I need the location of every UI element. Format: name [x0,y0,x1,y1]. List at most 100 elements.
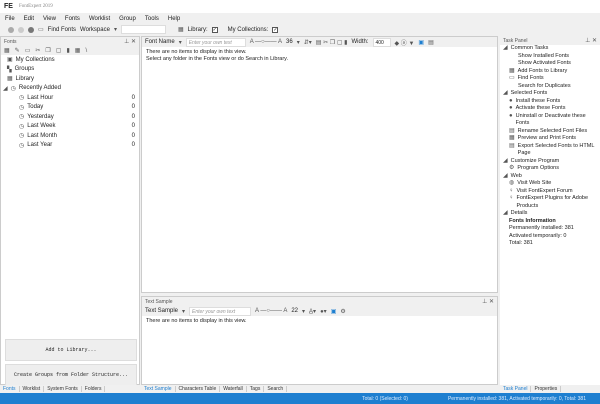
tab-folders[interactable]: Folders [82,386,106,392]
chevron-down-icon: ▾ [113,27,117,33]
menu-worklist[interactable]: Worklist [89,16,110,22]
task-item[interactable]: ▦ Preview and Print Fonts [500,135,600,143]
task-item[interactable]: Search for Duplicates [500,83,600,91]
task-item[interactable]: ▦ Add Fonts to Library [500,68,600,76]
window-title: FontExpert 2019 [18,4,53,9]
task-item[interactable]: ▤ Export Selected Fonts to HTML Page [500,143,600,158]
tab-task-panel[interactable]: Task Panel [500,386,532,392]
task-item[interactable]: ● Install these Fonts [500,98,600,106]
main-toolbar: ▭ Find Fonts Workspace ▾ ▦ Library: ✓ My … [0,24,600,35]
menu-help[interactable]: Help [168,16,180,22]
tab-fonts[interactable]: Fonts [0,386,20,392]
paste-icon[interactable]: ▢ [56,47,62,54]
list-view-icon[interactable]: ▤ [428,39,434,46]
find-fonts-button[interactable]: Find Fonts [48,27,76,33]
menu-edit[interactable]: Edit [24,16,34,22]
my-collections-checkbox[interactable]: ✓ [272,26,279,33]
tree-item-library[interactable]: ▦ Library [1,74,139,84]
chevron-down-icon: ▾ [178,39,182,46]
width-label: Width: [351,39,369,45]
library-checkbox[interactable]: ✓ [211,26,218,33]
task-item[interactable]: ♀ FontExpert Plugins for Adobe Products [500,195,600,210]
size-slider[interactable]: A —○—— A [250,39,282,45]
edit-icon[interactable]: ✎ [15,47,20,54]
background-color-icon[interactable]: ●▾ [320,308,327,315]
menu-group[interactable]: Group [119,16,136,22]
tree-item-last-week[interactable]: ◷ Last Week 0 [1,122,139,132]
sort-icon[interactable]: ⇵▾ [304,39,312,46]
task-item[interactable]: ♀ Visit FontExpert Forum [500,188,600,196]
tab-properties[interactable]: Properties [531,386,562,392]
tab-text-sample[interactable]: Text Sample [141,386,176,392]
folder-icon[interactable]: ▭ [25,47,31,54]
link-icon[interactable]: \ [85,48,87,54]
size-slider[interactable]: A —○—— A [255,308,287,314]
fonts-panel: Fonts ⊥ ✕ ▦ ✎ ▭ ✂ ❐ ▢ ▮ ▦ \ ▣ My Collections ▚ Grou… [0,36,140,386]
add-icon[interactable]: ▦ [4,47,10,54]
tab-tags[interactable]: Tags [247,386,265,392]
menu-bar: File Edit View Fonts Worklist Group Tool… [0,13,600,24]
pin-close-icon[interactable]: ⊥ ✕ [482,298,494,305]
workspace-input[interactable] [120,25,166,34]
tab-waterfall[interactable]: Waterfall [220,386,247,392]
delete-icon[interactable]: ▮ [66,47,69,54]
copy-icon[interactable]: ❐ [45,47,50,54]
sample-size-value[interactable]: 22 [291,308,298,314]
tree-item-recently-added[interactable]: ◢ ◷ Recently Added [1,84,139,94]
tree-item-groups[interactable]: ▚ Groups [1,65,139,75]
tree-item-yesterday[interactable]: ◷ Yesterday 0 [1,112,139,122]
tree-item-last-month[interactable]: ◷ Last Month 0 [1,131,139,141]
activate-icon[interactable] [18,26,24,33]
task-item[interactable]: ● Activate these Fonts [500,105,600,113]
tree-item-last-hour[interactable]: ◷ Last Hour 0 [1,93,139,103]
width-input[interactable]: 400 [372,37,391,47]
settings-icon[interactable]: ⚙ [340,308,345,315]
section-header[interactable]: ◢ Details [500,210,600,218]
sample-mode-dropdown[interactable]: Text Sample [145,308,178,314]
uninstall-icon[interactable] [28,26,34,33]
workspace-dropdown[interactable]: Workspace [80,27,110,33]
details-heading: Fonts Information [509,217,556,224]
section-header[interactable]: ◢ Customize Program [500,158,600,166]
pin-close-icon[interactable]: ⊥ ✕ [124,38,136,45]
library-add-icon[interactable]: ▦ [75,47,81,54]
tab-search[interactable]: Search [264,386,288,392]
task-item[interactable]: ● Uninstall or Deactivate these Fonts [500,113,600,128]
section-header[interactable]: ◢ Web [500,173,600,181]
add-to-library-button[interactable]: Add to Library... [5,339,137,361]
text-color-icon[interactable]: A̲▾ [309,308,316,315]
view-mode-dropdown[interactable]: Font Name [145,39,175,45]
menu-view[interactable]: View [43,16,56,22]
install-icon[interactable] [8,26,14,33]
tree-item-last-year[interactable]: ◷ Last Year 0 [1,141,139,151]
task-icon: ▤ [509,142,515,149]
tree-item-today[interactable]: ◷ Today 0 [1,103,139,113]
task-icon: ● [509,105,513,111]
task-item[interactable]: Show Activated Fonts [500,60,600,68]
tab-system-fonts[interactable]: System Fonts [44,386,82,392]
menu-tools[interactable]: Tools [145,16,159,22]
menu-file[interactable]: File [5,16,15,22]
section-header[interactable]: ◢ Selected Fonts [500,90,600,98]
task-item[interactable]: ◍ Visit Web Site [500,180,600,188]
tab-characters-table[interactable]: Characters Table [176,386,221,392]
sample-text-input[interactable]: Enter your own text [189,306,252,316]
pin-close-icon[interactable]: ⊥ ✕ [585,37,597,44]
grid-view-icon[interactable]: ▣ [418,39,424,46]
details-total: Total: 381 [509,240,533,246]
tree-item-my-collections[interactable]: ▣ My Collections [1,55,139,65]
wrap-icon[interactable]: ▣ [331,308,337,315]
section-header[interactable]: ◢ Common Tasks [500,45,600,53]
tag-icon[interactable]: ◆ ⓐ ▼ [395,38,415,47]
task-item[interactable]: Show Installed Fonts [500,53,600,61]
task-item[interactable]: ⚙ Program Options [500,165,600,173]
task-item[interactable]: ▭ Find Fonts [500,75,600,83]
task-item[interactable]: ▤ Rename Selected Font Files [500,128,600,136]
menu-fonts[interactable]: Fonts [65,16,80,22]
create-groups-button[interactable]: Create Groups from Folder Structure... [5,364,137,386]
tab-worklist[interactable]: Worklist [20,386,45,392]
sample-text-input[interactable]: Enter your own text [185,37,246,47]
tools-icons[interactable]: ▤ ✂ ❐ ▢ ▮ [316,39,348,46]
cut-icon[interactable]: ✂ [35,47,40,54]
font-size-value[interactable]: 36 [286,39,293,45]
